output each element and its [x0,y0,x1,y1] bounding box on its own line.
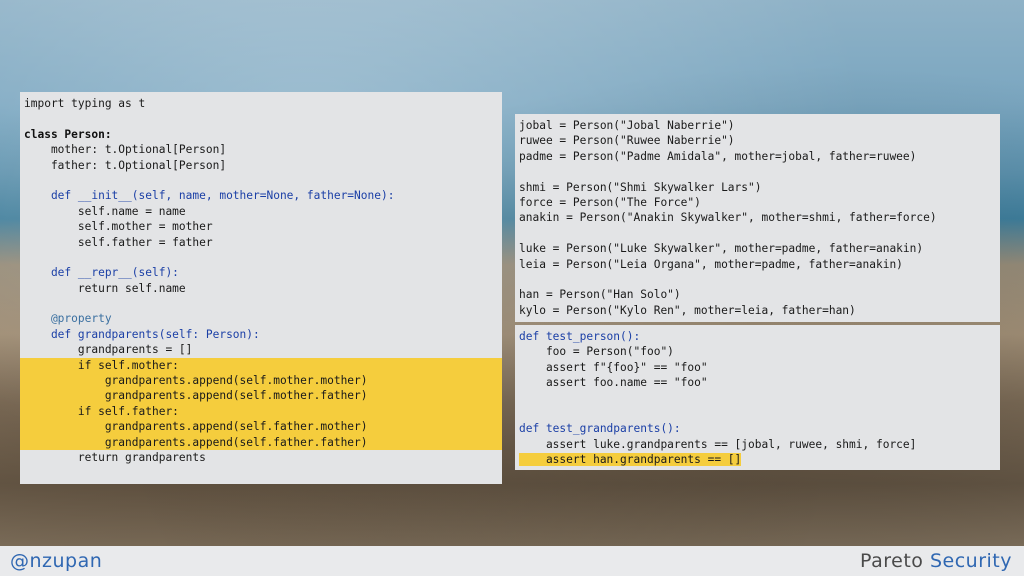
code-line-2: ruwee = Person("Ruwee Naberrie") [519,134,735,148]
code-line-1: jobal = Person("Jobal Naberrie") [519,119,735,132]
code-line-3: padme = Person("Padme Amidala", mother=j… [519,149,917,163]
author-handle: @nzupan [10,550,103,572]
code-line-4: assert foo.name == "foo" [519,376,708,390]
code-line-3: class Person: [24,127,112,141]
code-line-4: mother: t.Optional[Person] [24,143,227,157]
code-panel-tests: def test_person(): foo = Person("foo") a… [515,325,1000,470]
brand-name-part1: Pareto [860,550,924,572]
code-line-9: luke = Person("Luke Skywalker", mother=p… [519,242,924,256]
code-line-10: leia = Person("Leia Organa", mother=padm… [519,257,903,271]
code-panel-person-instances: jobal = Person("Jobal Naberrie") ruwee =… [515,114,1000,322]
code-line-8: self.name = name [24,204,186,218]
code-line-20-highlighted: grandparents.append(self.mother.father) [20,388,502,404]
code-line-22-highlighted: grandparents.append(self.father.mother) [20,419,502,435]
code-line-23-highlighted: grandparents.append(self.father.father) [20,434,502,450]
code-line-8: assert luke.grandparents == [jobal, ruwe… [519,437,917,451]
code-line-24: return grandparents [24,450,206,464]
code-line-1: import typing as t [24,97,146,110]
code-line-17: grandparents = [] [24,343,193,357]
brand-logo: Pareto Security [860,550,1012,572]
code-line-13: return self.name [24,281,186,295]
code-line-3: assert f"{foo}" == "foo" [519,360,708,374]
code-line-9: self.mother = mother [24,220,213,234]
code-line-16: def grandparents(self: Person): [24,327,260,341]
code-line-13: kylo = Person("Kylo Ren", mother=leia, f… [519,303,856,317]
code-line-9-highlighted: assert han.grandparents == [] [519,453,742,467]
code-line-5: shmi = Person("Shmi Skywalker Lars") [519,180,762,194]
code-line-5: father: t.Optional[Person] [24,158,227,172]
code-line-12: han = Person("Han Solo") [519,288,681,302]
code-line-1: def test_person(): [519,330,641,343]
code-line-18-highlighted: if self.mother: [20,357,502,374]
brand-name-part2: Security [929,550,1012,572]
code-line-12: def __repr__(self): [24,266,179,280]
code-line-7: def __init__(self, name, mother=None, fa… [24,189,395,203]
code-line-21-highlighted: if self.father: [20,403,502,420]
code-line-7: def test_grandparents(): [519,422,681,436]
code-line-6: force = Person("The Force") [519,195,701,209]
code-panel-person-class: import typing as t class Person: mother:… [20,92,502,484]
code-line-19-highlighted: grandparents.append(self.mother.mother) [20,373,502,389]
code-line-7: anakin = Person("Anakin Skywalker", moth… [519,211,937,225]
code-line-15: @property [24,312,112,326]
code-line-10: self.father = father [24,235,213,249]
footer-bar: @nzupan Pareto Security [0,546,1024,576]
code-line-2: foo = Person("foo") [519,345,674,359]
